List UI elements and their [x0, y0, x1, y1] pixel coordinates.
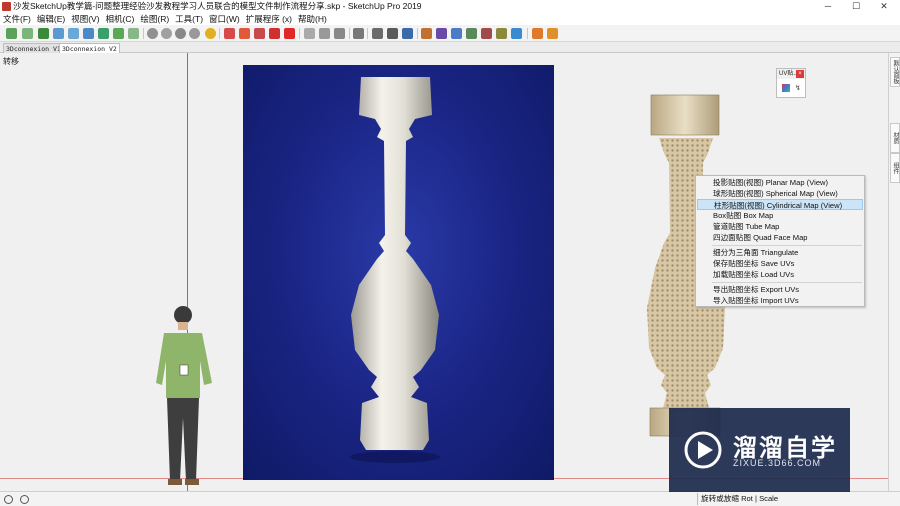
uv-toolbar[interactable]: UV贴... × ↯: [776, 68, 806, 98]
toolbar-separator: [417, 28, 418, 39]
menu-item-load-uvs[interactable]: 加载贴图坐标 Load UVs: [697, 269, 863, 280]
scenes-icon[interactable]: [466, 28, 477, 39]
menu-item-save-uvs[interactable]: 保存贴图坐标 Save UVs: [697, 258, 863, 269]
components-icon[interactable]: [239, 28, 250, 39]
pan-tool-icon[interactable]: [161, 28, 172, 39]
white-baluster-image: [350, 77, 440, 463]
menu-item-planar-map[interactable]: 投影贴图(视图) Planar Map (View): [697, 177, 863, 188]
rectangle-tool-icon[interactable]: [38, 28, 49, 39]
window-title: 沙发SketchUp教学篇-问题整理经验沙发教程学习人员联合的模型文件制作流程分…: [13, 1, 422, 11]
menu-item-triangulate[interactable]: 细分为三角面 Triangulate: [697, 247, 863, 258]
geo-location-icon[interactable]: [205, 28, 216, 39]
orbit-tool-icon[interactable]: [147, 28, 158, 39]
menu-item-import-uvs[interactable]: 导入贴图坐标 Import UVs: [697, 295, 863, 306]
reference-photo[interactable]: [243, 65, 554, 480]
menu-extensions[interactable]: 扩展程序 (x): [243, 13, 295, 25]
zoom-tool-icon[interactable]: [175, 28, 186, 39]
uv-close-icon[interactable]: ×: [796, 70, 804, 78]
arc-tool-icon[interactable]: [83, 28, 94, 39]
menu-separator: [712, 245, 862, 246]
zoom-extents-icon[interactable]: [189, 28, 200, 39]
line-tool-icon[interactable]: [22, 28, 33, 39]
menu-separator: [712, 282, 862, 283]
plugin-a-icon[interactable]: [532, 28, 543, 39]
layout-icon[interactable]: [269, 28, 280, 39]
dimension-icon[interactable]: [387, 28, 398, 39]
menu-item-box-map[interactable]: Box贴图 Box Map: [697, 210, 863, 221]
scale-figure-person[interactable]: [156, 303, 218, 488]
send-to-layout-icon[interactable]: [284, 28, 295, 39]
fog-icon[interactable]: [496, 28, 507, 39]
right-tray: 默认面板 材质 组件: [888, 53, 900, 491]
sandbox-icon[interactable]: [353, 28, 364, 39]
uv-context-menu: 投影贴图(视图) Planar Map (View) 球形贴图(视图) Sphe…: [695, 175, 865, 307]
toolbar-separator: [367, 28, 368, 39]
paint-bucket-icon[interactable]: [421, 28, 432, 39]
menu-item-tube-map[interactable]: 管道贴图 Tube Map: [697, 221, 863, 232]
move-tool-icon[interactable]: [113, 28, 124, 39]
tape-measure-icon[interactable]: [372, 28, 383, 39]
watermark-logo: 溜溜自学 ZIXUE.3D66.COM: [669, 408, 850, 492]
menu-bar: 文件(F) 编辑(E) 视图(V) 相机(C) 绘图(R) 工具(T) 窗口(W) 扩展程序 …: [0, 13, 900, 25]
tab-3dconnexion-v1[interactable]: 3Dconnexion V1: [3, 43, 64, 53]
menu-view[interactable]: 视图(V): [68, 13, 102, 25]
select-tool-icon[interactable]: [6, 28, 17, 39]
section-display-icon[interactable]: [319, 28, 330, 39]
plugin-b-icon[interactable]: [547, 28, 558, 39]
menu-window[interactable]: 窗口(W): [206, 13, 243, 25]
menu-item-quad-face-map[interactable]: 四边面贴图 Quad Face Map: [697, 232, 863, 243]
materials-icon[interactable]: [436, 28, 447, 39]
watermark-url: ZIXUE.3D66.COM: [733, 458, 822, 468]
toolbar-separator: [143, 28, 144, 39]
rotate-tool-icon[interactable]: [128, 28, 139, 39]
title-bar: 沙发SketchUp教学篇-问题整理经验沙发教程学习人员联合的模型文件制作流程分…: [0, 0, 900, 13]
toolbar-separator: [349, 28, 350, 39]
menu-item-spherical-map[interactable]: 球形贴图(视图) Spherical Map (View): [697, 188, 863, 199]
toolbar-separator: [219, 28, 220, 39]
protractor-icon[interactable]: [402, 28, 413, 39]
shadows-icon[interactable]: [481, 28, 492, 39]
info-status-icon[interactable]: [20, 495, 29, 504]
geo-status-icon[interactable]: [4, 495, 13, 504]
document-tabs: 3Dconnexion V1 3Dconnexion V2: [0, 42, 900, 53]
uv-tools-icon[interactable]: [511, 28, 522, 39]
toolbar-separator: [527, 28, 528, 39]
warehouse-icon[interactable]: [224, 28, 235, 39]
uv-tool-icon[interactable]: ↯: [795, 84, 801, 92]
menu-camera[interactable]: 相机(C): [103, 13, 138, 25]
section-plane-icon[interactable]: [304, 28, 315, 39]
extension-warehouse-icon[interactable]: [254, 28, 265, 39]
maximize-button[interactable]: ☐: [842, 0, 870, 13]
uv-mapping-icon[interactable]: [782, 84, 790, 92]
menu-file[interactable]: 文件(F): [0, 13, 34, 25]
play-logo-icon: [684, 431, 722, 469]
scene-label: 转移: [3, 57, 19, 66]
minimize-button[interactable]: ─: [814, 0, 842, 13]
main-toolbar: [0, 25, 900, 42]
section-cut-icon[interactable]: [334, 28, 345, 39]
pushpull-tool-icon[interactable]: [98, 28, 109, 39]
circle-tool-icon[interactable]: [53, 28, 64, 39]
tray-tab-components[interactable]: 组件: [890, 153, 900, 183]
tray-tab-materials[interactable]: 材质: [890, 123, 900, 153]
menu-item-export-uvs[interactable]: 导出贴图坐标 Export UVs: [697, 284, 863, 295]
toolbar-separator: [299, 28, 300, 39]
menu-item-cylindrical-map[interactable]: 柱形贴图(视图) Cylindrical Map (View): [697, 199, 863, 210]
menu-help[interactable]: 帮助(H): [295, 13, 330, 25]
polygon-tool-icon[interactable]: [68, 28, 79, 39]
menu-edit[interactable]: 编辑(E): [34, 13, 68, 25]
menu-draw[interactable]: 绘图(R): [137, 13, 172, 25]
menu-tools[interactable]: 工具(T): [172, 13, 206, 25]
sketchup-app-icon: [2, 2, 11, 11]
styles-icon[interactable]: [451, 28, 462, 39]
tray-tab-default[interactable]: 默认面板: [890, 57, 900, 87]
status-bar: 旋转或放缩 Rot | Scale: [0, 491, 900, 506]
tab-3dconnexion-v2[interactable]: 3Dconnexion V2: [59, 43, 120, 53]
close-button[interactable]: ✕: [870, 0, 898, 13]
measurements-box[interactable]: 旋转或放缩 Rot | Scale: [697, 493, 887, 505]
